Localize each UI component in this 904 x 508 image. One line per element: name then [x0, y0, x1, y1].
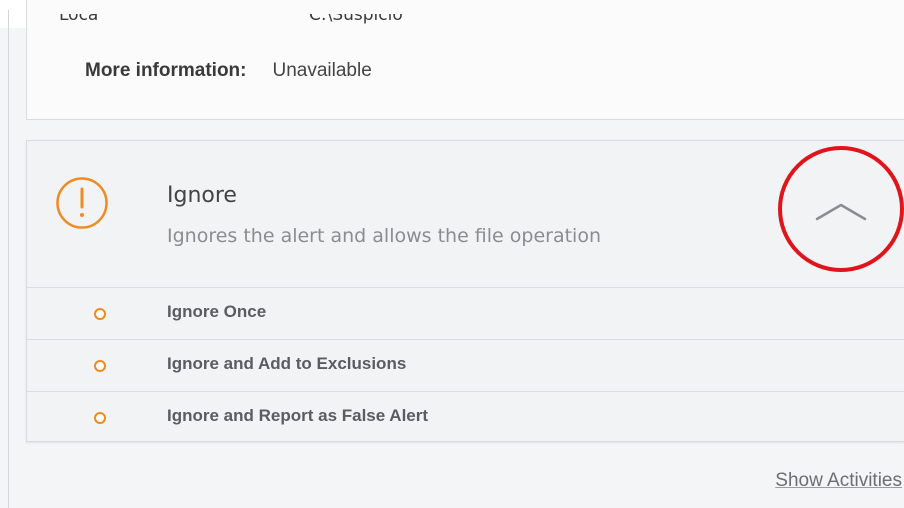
- info-panel: Loca C:\Suspicio More information: Unavai…: [26, 0, 904, 120]
- more-information-label: More information:: [85, 60, 247, 81]
- chevron-up-icon: [815, 203, 867, 221]
- more-information-value: Unavailable: [272, 60, 372, 81]
- partial-location-value: C:\Suspicio: [309, 14, 403, 25]
- alert-window: Loca C:\Suspicio More information: Unavai…: [0, 0, 904, 508]
- highlight-circle: [778, 146, 904, 272]
- left-border: [8, 10, 9, 508]
- more-information-row: More information: Unavailable: [85, 58, 372, 84]
- ignore-action-card[interactable]: Ignore Ignores the alert and allows the …: [26, 140, 904, 442]
- action-description: Ignores the alert and allows the file op…: [167, 225, 601, 247]
- option-ignore-once[interactable]: Ignore Once: [27, 287, 904, 339]
- bullet-icon: [94, 308, 106, 320]
- action-title: Ignore: [167, 183, 237, 208]
- option-ignore-report-false-alert[interactable]: Ignore and Report as False Alert: [27, 391, 904, 443]
- exclamation-circle-icon: [55, 176, 109, 230]
- ignore-action-header[interactable]: Ignore Ignores the alert and allows the …: [27, 141, 904, 287]
- option-ignore-add-exclusions[interactable]: Ignore and Add to Exclusions: [27, 339, 904, 391]
- collapse-button[interactable]: [775, 141, 904, 287]
- ignore-options-list: Ignore Once Ignore and Add to Exclusions…: [27, 287, 904, 443]
- bullet-icon: [94, 412, 106, 424]
- option-label: Ignore and Add to Exclusions: [167, 354, 407, 373]
- partial-location-label: Loca: [59, 14, 99, 25]
- option-label: Ignore Once: [167, 302, 267, 321]
- option-label: Ignore and Report as False Alert: [167, 406, 429, 425]
- bullet-icon: [94, 360, 106, 372]
- show-activities-link[interactable]: Show Activities: [775, 470, 902, 492]
